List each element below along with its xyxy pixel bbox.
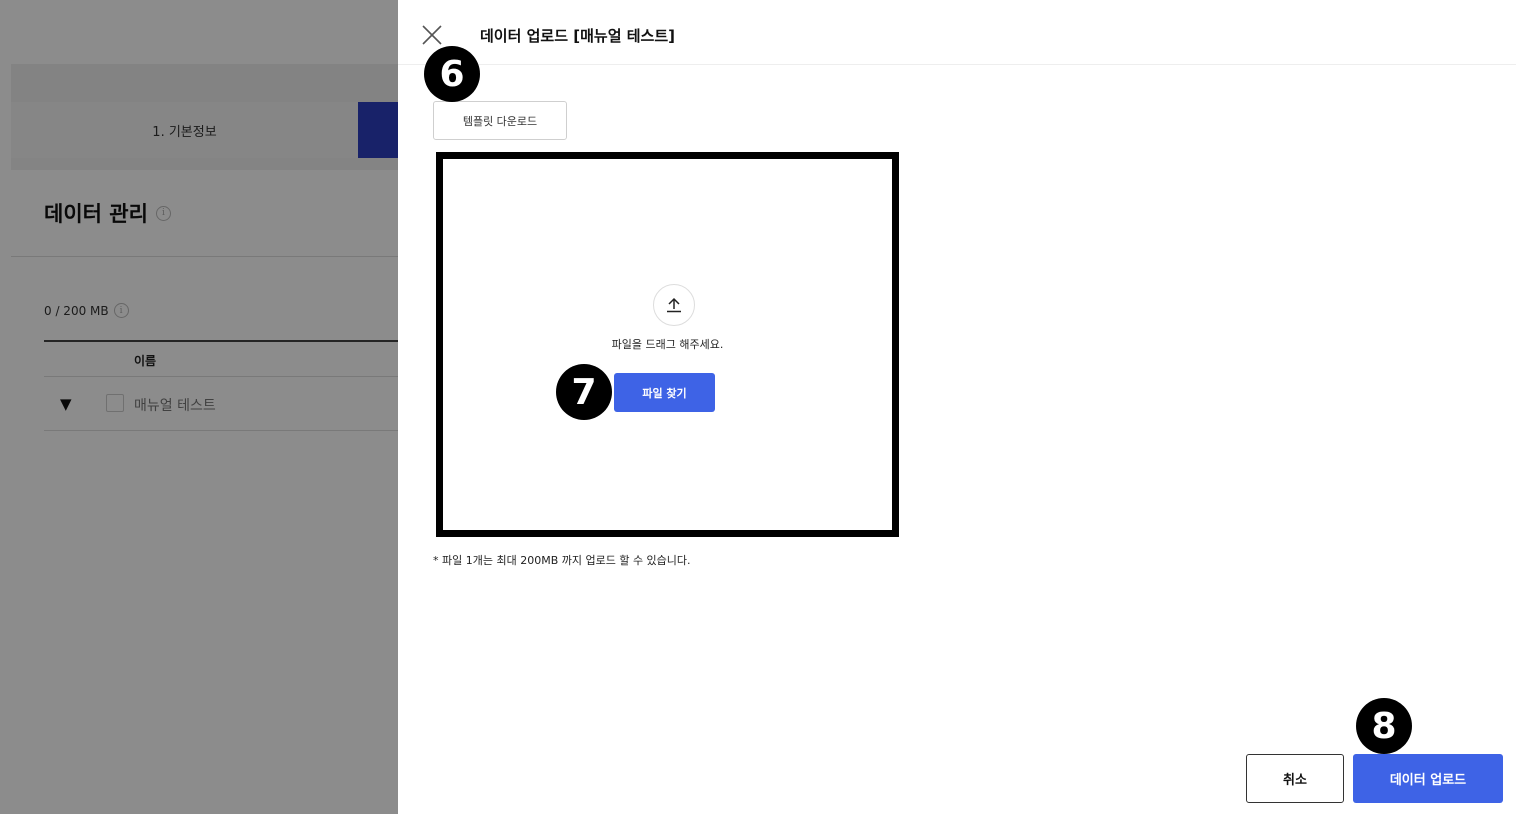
file-dropzone[interactable]: 파일을 드래그 해주세요. 파일 찾기	[436, 152, 899, 537]
upload-limit-note: * 파일 1개는 최대 200MB 까지 업로드 할 수 있습니다.	[433, 554, 691, 567]
drawer-header: 데이터 업로드 [매뉴얼 테스트]	[398, 0, 1516, 65]
drawer-title: 데이터 업로드 [매뉴얼 테스트]	[480, 27, 675, 45]
step-marker-8: 8	[1356, 698, 1412, 754]
close-icon[interactable]	[421, 24, 443, 46]
step-marker-7: 7	[556, 364, 612, 420]
cancel-button[interactable]: 취소	[1246, 754, 1344, 803]
modal-overlay[interactable]	[0, 0, 398, 814]
data-upload-button[interactable]: 데이터 업로드	[1353, 754, 1503, 803]
step-marker-6: 6	[424, 46, 480, 102]
drag-instruction: 파일을 드래그 해주세요.	[611, 338, 724, 351]
find-file-button[interactable]: 파일 찾기	[614, 373, 715, 412]
upload-icon	[653, 284, 695, 326]
template-download-button[interactable]: 템플릿 다운로드	[433, 101, 567, 140]
